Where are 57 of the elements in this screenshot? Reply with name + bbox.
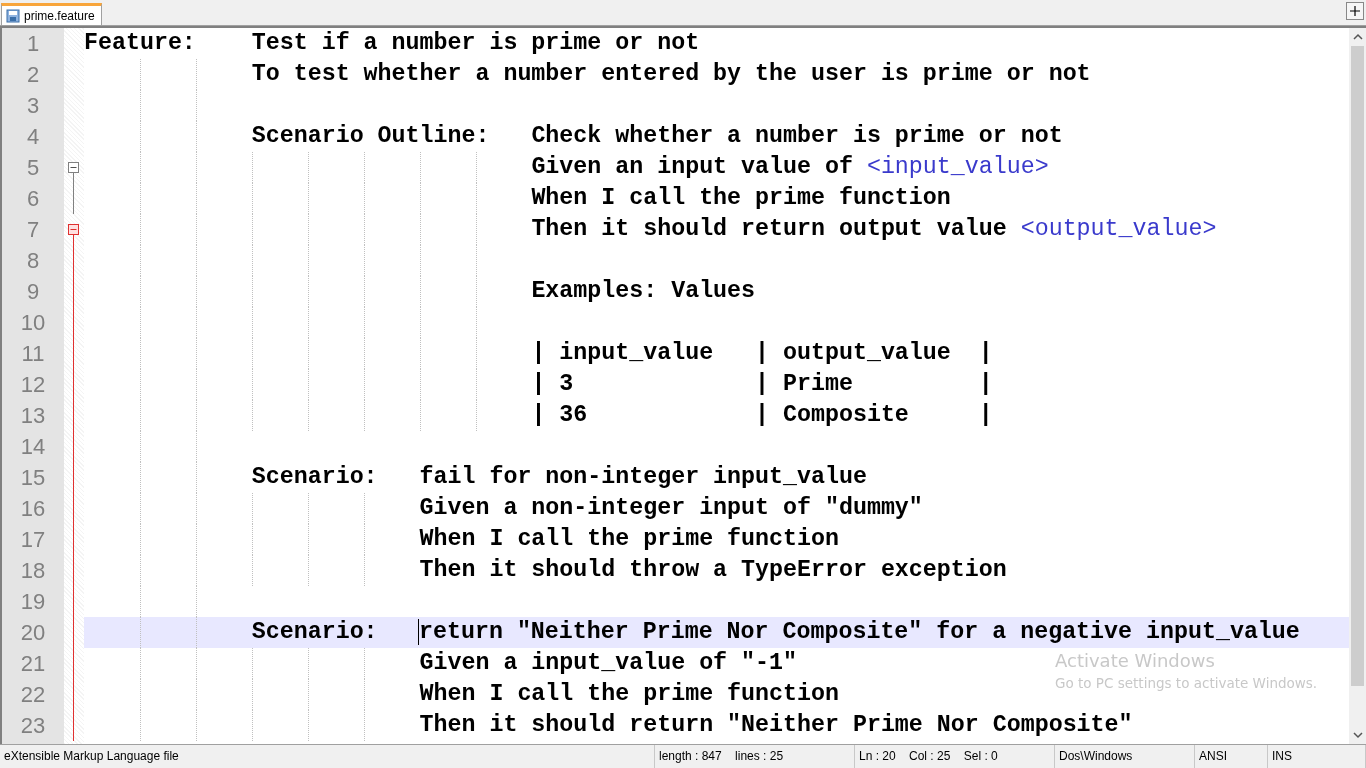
code-text: Examples: Values [530,278,756,304]
line-number: 22 [19,681,47,709]
code-text: When I call the prime function [530,185,951,211]
file-icon [6,8,20,23]
code-text: | 36 | Composite | [530,402,993,428]
line-number: 6 [25,185,41,213]
code-text: | 3 | Prime | [530,371,993,397]
code-text: To test whether a number entered by the user is prime or not [250,61,1091,87]
line-number: 20 [19,619,47,647]
code-text: Then it should throw a TypeError exception [418,557,1007,583]
file-tab[interactable]: prime.feature [1,3,102,25]
status-text: eXtensible Markup Language file [0,745,655,768]
line-number: 10 [19,309,47,337]
code-text: | input_value | output_value | [530,340,993,366]
status-text: ANSI [1195,745,1268,768]
line-number: 2 [25,61,41,89]
line-number: 16 [19,495,47,523]
code-text: When I call the prime function [418,681,839,707]
code-text: Given a non-integer input of "dummy" [418,495,923,521]
line-number: 15 [19,464,47,492]
line-number: 23 [19,712,47,740]
line-number: 1 [25,30,41,58]
line-number: 3 [25,92,41,120]
line-number: 9 [25,278,41,306]
line-number: 17 [19,526,47,554]
vertical-scrollbar[interactable] [1349,28,1366,744]
code-text: Scenario Outline: Check whether a number is prime or not [250,123,1063,149]
line-number: 12 [19,371,47,399]
line-number: 18 [19,557,47,585]
fold-toggle-icon[interactable] [68,162,79,173]
line-number: 8 [25,247,41,275]
status-text: Dos\Windows [1055,745,1195,768]
line-number: 13 [19,402,47,430]
scroll-down-icon[interactable] [1351,729,1364,741]
code-text: return "Neither Prime Nor Composite" for a negative input_value [418,619,1300,645]
line-number: 5 [25,154,41,182]
code-text: Scenario: fail for non-integer input_value [250,464,867,490]
line-number: 19 [19,588,47,616]
code-text: Then it should return "Neither Prime Nor Composite" [418,712,1133,738]
code-text: Then it should return output value [530,216,1008,242]
fold-toggle-icon[interactable] [68,224,79,235]
status-text: INS [1268,745,1366,768]
code-variable: <output_value> [1020,216,1217,242]
status-text: length : 847 lines : 25 [655,745,855,768]
line-number: 21 [19,650,47,678]
line-number: 7 [25,216,41,244]
new-tab-icon[interactable] [1346,2,1364,20]
line-number: 14 [19,433,47,461]
code-text: Scenario: [250,619,379,645]
line-number: 4 [25,123,41,151]
line-number: 11 [20,340,46,368]
code-text: When I call the prime function [418,526,839,552]
code-text: Feature: Test if a number is prime or not [84,30,700,56]
status-text: Ln : 20 Col : 25 Sel : 0 [855,745,1055,768]
code-text: Given a input_value of "-1" [418,650,797,676]
code-variable: <input_value> [866,154,1049,180]
code-text: Given an input value of [530,154,854,180]
